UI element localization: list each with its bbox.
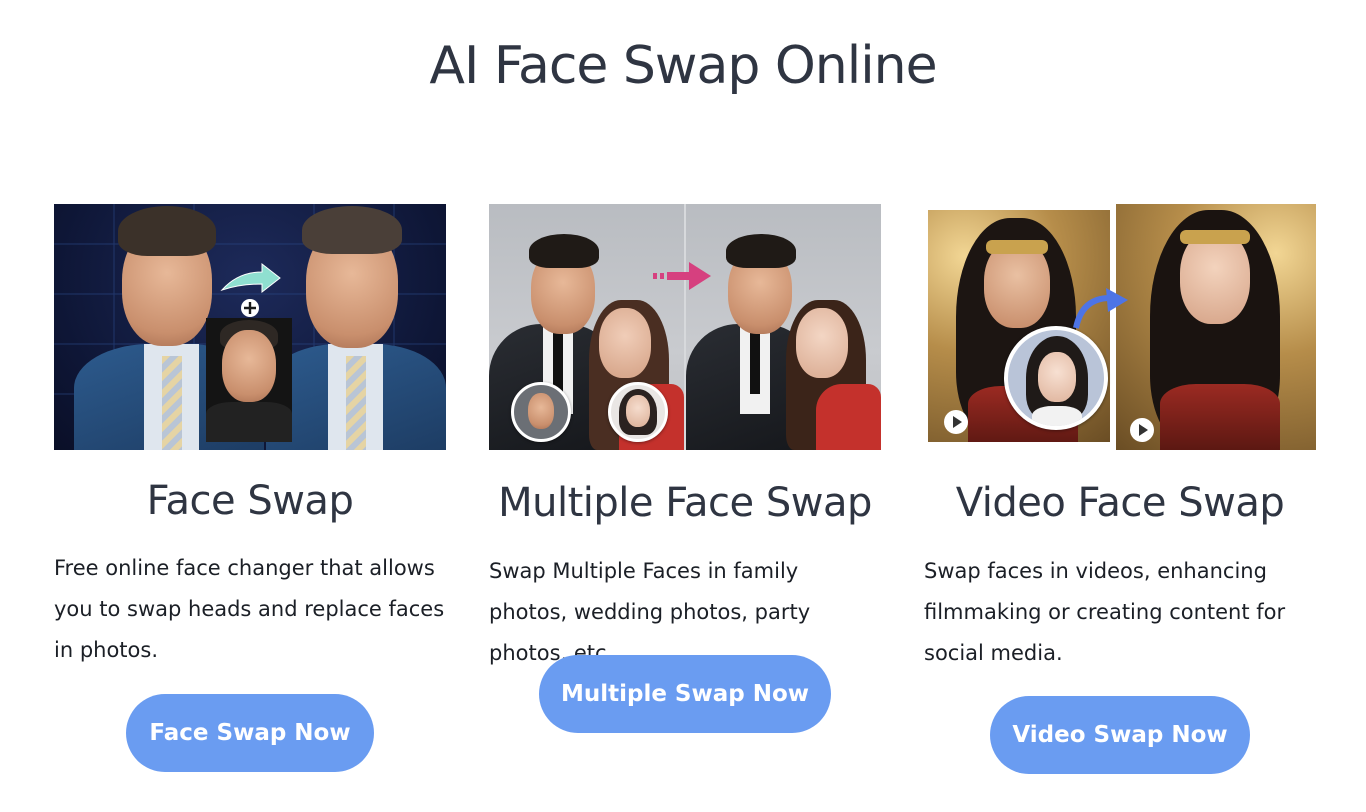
video-face-swap-card: Video Face Swap Swap faces in videos, en… [924, 204, 1316, 774]
source-face [1004, 326, 1108, 430]
multiple-swap-now-button[interactable]: Multiple Swap Now [539, 655, 831, 733]
source-face-2 [608, 382, 668, 442]
play-icon[interactable] [944, 410, 968, 434]
card-title: Face Swap [146, 478, 354, 524]
result-video-frame [1116, 204, 1316, 450]
plus-icon [241, 299, 259, 317]
arrow-right-icon [220, 262, 281, 294]
curved-arrow-icon [1073, 288, 1128, 329]
result-couple [686, 204, 881, 450]
arrow-right-icon [653, 262, 711, 290]
card-description: Swap faces in videos, enhancing filmmaki… [924, 559, 1286, 665]
card-title: Multiple Face Swap [498, 480, 872, 526]
page-title: AI Face Swap Online [429, 36, 937, 96]
card-title: Video Face Swap [955, 480, 1285, 526]
card-description: Free online face changer that allows you… [54, 556, 445, 662]
source-face-1 [511, 382, 571, 442]
video-face-swap-thumbnail[interactable] [924, 204, 1316, 450]
source-face [206, 318, 292, 442]
video-swap-now-button[interactable]: Video Swap Now [990, 696, 1250, 774]
multiple-face-swap-thumbnail[interactable] [489, 204, 881, 450]
result-person [266, 204, 446, 450]
play-icon[interactable] [1130, 418, 1154, 442]
face-swap-thumbnail[interactable] [54, 204, 446, 450]
multiple-face-swap-card: Multiple Face Swap Swap Multiple Faces i… [489, 204, 881, 733]
face-swap-now-button[interactable]: Face Swap Now [126, 694, 374, 772]
face-swap-card: Face Swap Free online face changer that … [54, 204, 446, 772]
